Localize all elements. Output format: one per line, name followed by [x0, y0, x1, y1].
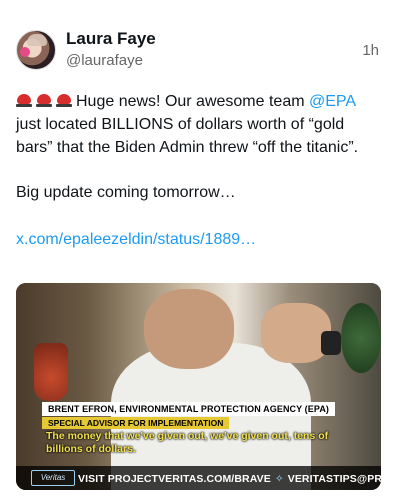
video-caption: The money that we've given out, we've gi… [46, 430, 329, 455]
drink-glass [34, 343, 68, 401]
siren-emoji-icon [56, 93, 72, 107]
plant [341, 303, 381, 373]
mention-link[interactable]: @EPA [309, 93, 355, 110]
post-paragraph-1: Huge news! Our awesome team @EPA just lo… [16, 90, 380, 159]
wristwatch [321, 331, 341, 355]
siren-emoji-icon [36, 93, 52, 107]
footer-email: VERITASTIPS@PROTONMAIL.COM [287, 473, 381, 485]
lower-third-name: BRENT EFRON, ENVIRONMENTAL PROTECTION AG… [42, 402, 336, 416]
post-card: Laura Faye @laurafaye 1h Huge news! Our … [0, 0, 397, 500]
author-handle[interactable]: @laurafaye [66, 52, 143, 69]
video-thumbnail[interactable]: BRENT EFRON, ENVIRONMENTAL PROTECTION AG… [16, 283, 381, 490]
veritas-logo-icon: Veritas [31, 470, 75, 486]
person-head [144, 289, 234, 369]
footer-text: VISIT PROJECTVERITAS.COM/BRAVE ✧ VERITASTI… [78, 473, 381, 485]
post-text-start: Huge news! Our awesome team [76, 93, 309, 110]
siren-emoji-icon [16, 93, 32, 107]
post-text: Huge news! Our awesome team @EPA just lo… [16, 90, 380, 251]
video-footer: Veritas VISIT PROJECTVERITAS.COM/BRAVE ✧ V… [16, 466, 381, 490]
post-paragraph-2: Big update coming tomorrow… [16, 184, 236, 201]
author-name[interactable]: Laura Faye [66, 29, 156, 49]
post-link[interactable]: x.com/epaleezeldin/status/1889… [16, 231, 256, 248]
lower-third-role: SPECIAL ADVISOR FOR IMPLEMENTATION [42, 417, 230, 429]
post-text-rest: just located BILLIONS of dollars worth o… [16, 116, 359, 156]
footer-visit: VISIT PROJECTVERITAS.COM/BRAVE [78, 473, 271, 485]
post-time[interactable]: 1h [362, 42, 379, 59]
separator-icon: ✧ [274, 473, 284, 485]
avatar[interactable] [16, 30, 56, 70]
